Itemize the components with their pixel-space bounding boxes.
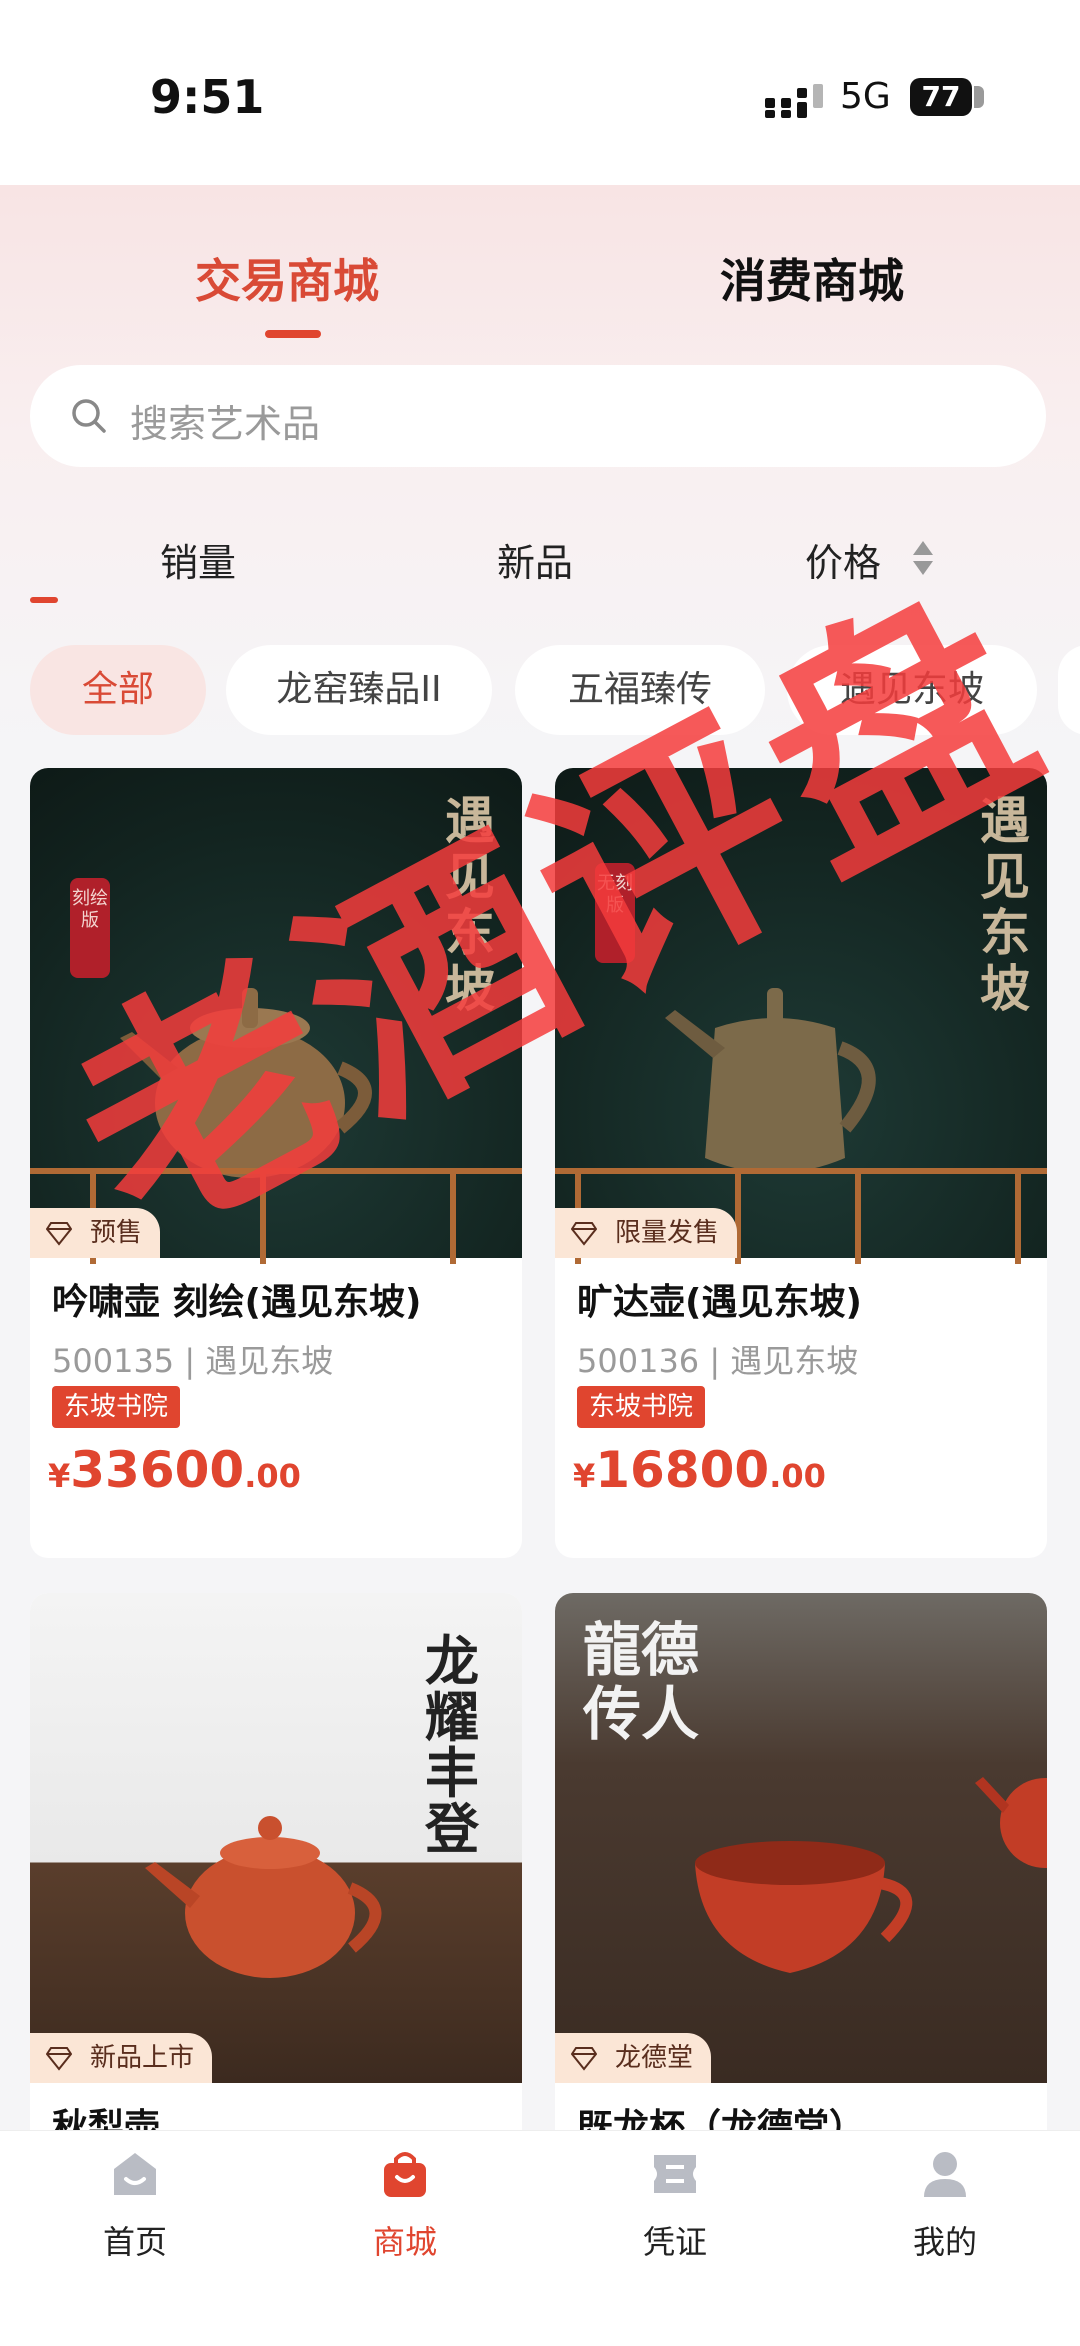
nav-label: 首页 — [102, 2223, 167, 2261]
product-badge: 新品上市 — [30, 2033, 213, 2083]
teapot-illustration — [145, 1816, 382, 1978]
tab-consumer-mall[interactable]: 消费商城 — [720, 245, 904, 311]
image-calligraphy: 龙耀丰登 — [425, 1629, 479, 1861]
product-title: 旷达壶(遇见东坡) — [577, 1282, 862, 1323]
teacup-illustration — [695, 1841, 913, 1973]
product-price: ¥16800.00 — [573, 1441, 826, 1499]
search-input[interactable]: 搜索艺术品 — [130, 393, 320, 448]
diamond-icon — [46, 2047, 72, 2071]
product-image: 遇见东坡 刻绘版 预售 — [30, 768, 522, 1264]
nav-voucher[interactable]: 凭证 — [605, 2149, 745, 2263]
edition-seal: 刻绘版 — [70, 878, 110, 978]
teapot-illustration — [665, 988, 876, 1173]
network-type: 5G — [840, 76, 891, 117]
sort-by-new[interactable]: 新品 — [497, 532, 573, 587]
profile-icon — [924, 2152, 966, 2197]
product-meta: 500135 | 遇见东坡 — [52, 1342, 334, 1380]
home-icon — [114, 2153, 156, 2195]
product-card[interactable]: 龍德传人 龙德堂 既龙杯（龙德堂） — [555, 1593, 1047, 2153]
battery-icon: 77 — [910, 78, 986, 118]
image-calligraphy: 遇见东坡 — [980, 791, 1030, 1018]
teapot-illustration — [975, 1777, 1047, 1868]
badge-label: 新品上市 — [90, 2043, 195, 2073]
product-image: 龙耀丰登 新品上市 — [30, 1593, 522, 2083]
battery-level: 77 — [921, 80, 961, 113]
product-price: ¥33600.00 — [48, 1441, 301, 1499]
search-icon — [72, 399, 106, 433]
nav-profile[interactable]: 我的 — [875, 2149, 1015, 2263]
product-card[interactable]: 龙耀丰登 新品上市 秋梨壶 — [30, 1593, 522, 2153]
product-title: 吟啸壶 刻绘(遇见东坡) — [52, 1282, 422, 1323]
badge-label: 预售 — [90, 1218, 143, 1248]
filter-chip-all[interactable]: 全部 — [30, 645, 206, 735]
badge-label: 龙德堂 — [615, 2043, 694, 2073]
sort-active-indicator — [30, 597, 58, 603]
nav-mall[interactable]: 商城 — [335, 2149, 475, 2263]
product-tag: 东坡书院 — [577, 1386, 706, 1428]
cellular-signal-icon — [765, 84, 823, 118]
filter-chip-longyao[interactable]: 龙窑臻品II — [226, 645, 492, 735]
product-badge: 龙德堂 — [555, 2033, 712, 2083]
sort-by-price[interactable]: 价格 — [805, 532, 881, 587]
filter-chip-wufu[interactable]: 五福臻传 — [515, 645, 765, 735]
badge-label: 限量发售 — [615, 1218, 720, 1248]
status-bar: 9:51 5G 77 — [0, 0, 1080, 185]
tab-trading-mall[interactable]: 交易商城 — [195, 245, 379, 311]
product-meta: 500136 | 遇见东坡 — [577, 1342, 859, 1380]
product-badge: 限量发售 — [555, 1208, 738, 1258]
product-card[interactable]: 遇见东坡 无刻版 限量发售 旷达壶(遇见东坡) 500136 | 遇见东坡 东坡… — [555, 768, 1047, 1558]
diamond-icon — [46, 1222, 72, 1246]
nav-label: 凭证 — [642, 2223, 707, 2261]
voucher-icon — [654, 2155, 696, 2193]
sort-toggle-icon[interactable] — [912, 539, 934, 577]
product-badge: 预售 — [30, 1208, 161, 1258]
search-bar[interactable]: 搜索艺术品 — [30, 365, 1046, 467]
status-time: 9:51 — [150, 70, 265, 124]
image-calligraphy: 遇见东坡 — [445, 791, 495, 1018]
teapot-illustration — [120, 988, 372, 1178]
bottom-tab-bar: 首页 商城 凭证 我的 — [0, 2130, 1080, 2346]
image-calligraphy: 龍德传人 — [583, 1616, 700, 1748]
diamond-icon — [571, 1222, 597, 1246]
edition-seal: 无刻版 — [595, 863, 635, 963]
shopping-bag-icon — [384, 2152, 426, 2197]
filter-chip-dongpo[interactable]: 遇见东坡 — [787, 645, 1037, 735]
product-image: 遇见东坡 无刻版 限量发售 — [555, 768, 1047, 1264]
nav-label: 我的 — [912, 2223, 977, 2261]
product-card[interactable]: 遇见东坡 刻绘版 预售 吟啸壶 刻绘(遇见东坡) 500135 | 遇见东坡 东… — [30, 768, 522, 1558]
diamond-icon — [571, 2047, 597, 2071]
nav-home[interactable]: 首页 — [65, 2149, 205, 2263]
nav-label: 商城 — [372, 2223, 437, 2261]
active-tab-indicator — [265, 330, 321, 338]
product-tag: 东坡书院 — [52, 1386, 181, 1428]
sort-by-sales[interactable]: 销量 — [160, 532, 236, 587]
product-image: 龍德传人 龙德堂 — [555, 1593, 1047, 2083]
